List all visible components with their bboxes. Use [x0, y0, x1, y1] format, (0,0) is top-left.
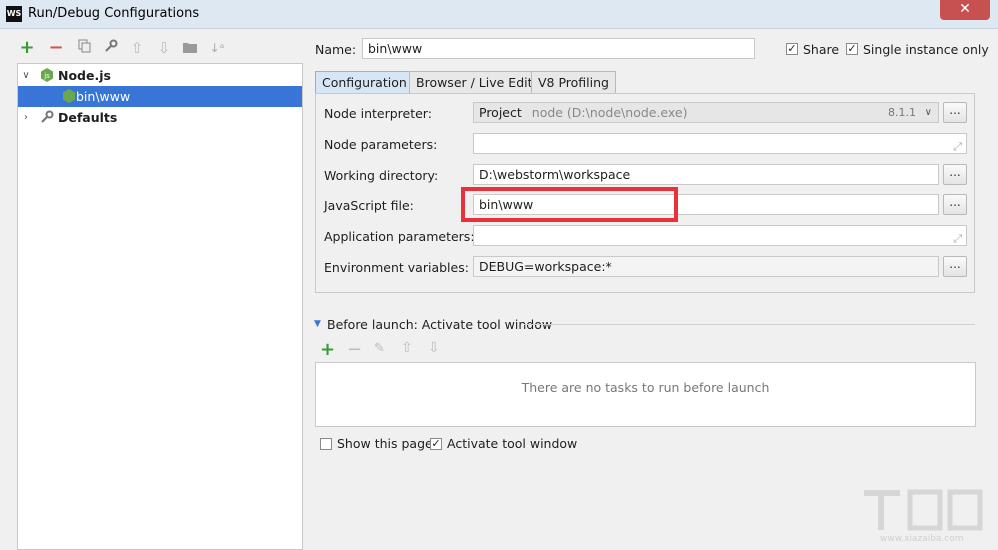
watermark-url: www.xiazaiba.com [880, 534, 964, 544]
chevron-right-icon[interactable]: › [20, 107, 32, 128]
add-task-icon[interactable]: + [320, 339, 335, 360]
before-launch-task-list[interactable]: There are no tasks to run before launch [315, 362, 976, 427]
move-down-icon[interactable]: ⇩ [155, 38, 173, 58]
nodejs-icon: js [41, 68, 53, 82]
working-directory-browse-button[interactable]: ... [943, 164, 967, 185]
node-version: 8.1.1 [888, 106, 916, 119]
tab-v8-profiling[interactable]: V8 Profiling [531, 71, 616, 93]
expand-icon[interactable]: ⤢ [953, 229, 962, 245]
single-instance-label: Single instance only [863, 42, 989, 57]
node-interpreter-value: Project [479, 105, 522, 120]
working-directory-input[interactable]: D:\webstorm\workspace [473, 164, 939, 185]
move-task-down-icon[interactable]: ⇩ [428, 340, 440, 356]
svg-text:js: js [43, 72, 50, 80]
share-label: Share [803, 42, 840, 57]
remove-icon[interactable]: − [47, 38, 65, 58]
single-instance-checkbox[interactable]: ✓ [846, 43, 858, 55]
tree-item-nodejs[interactable]: ∨ js Node.js [18, 65, 302, 86]
environment-variables-label: Environment variables: [324, 260, 469, 275]
divider [524, 324, 975, 325]
webstorm-app-icon: WS [6, 6, 22, 22]
working-directory-label: Working directory: [324, 168, 439, 183]
javascript-file-browse-button[interactable]: ... [943, 194, 967, 215]
chevron-down-icon: ∨ [924, 107, 932, 118]
node-parameters-input[interactable]: ⤢ [473, 133, 967, 154]
chevron-down-icon[interactable]: ∨ [20, 65, 32, 86]
tree-item-label: bin\www [76, 89, 131, 104]
folder-icon[interactable] [181, 38, 199, 58]
environment-variables-browse-button[interactable]: ... [943, 256, 967, 277]
before-launch-header[interactable]: Before launch: Activate tool window [327, 317, 552, 332]
tree-item-label: Defaults [58, 110, 118, 125]
sort-icon[interactable]: ↓ᵃ [208, 38, 226, 58]
node-interpreter-select[interactable]: Project node (D:\node\node.exe) 8.1.1 ∨ [473, 102, 939, 123]
nodejs-run-config-icon [63, 89, 75, 103]
move-up-icon[interactable]: ⇧ [128, 38, 146, 58]
tree-item-defaults[interactable]: › Defaults [18, 107, 302, 128]
collapse-triangle-icon[interactable]: ▼ [314, 319, 321, 329]
highlight-annotation [461, 187, 678, 222]
tree-item-bin-www[interactable]: bin\www [18, 86, 302, 107]
config-toolbar: + − ⇧ ⇩ ↓ᵃ [18, 38, 268, 60]
activate-tool-window-label: Activate tool window [447, 436, 578, 451]
name-label: Name: [315, 42, 357, 57]
copy-icon[interactable] [76, 38, 94, 58]
node-interpreter-path: node (D:\node\node.exe) [531, 105, 688, 120]
title-bar: WS Run/Debug Configurations ✕ [0, 0, 998, 29]
close-button[interactable]: ✕ [940, 0, 990, 20]
application-parameters-input[interactable]: ⤢ [473, 225, 967, 246]
tree-item-label: Node.js [58, 68, 111, 83]
environment-variables-input[interactable]: DEBUG=workspace:* [473, 256, 939, 277]
show-page-label: Show this page [337, 436, 433, 451]
wrench-icon [41, 110, 54, 123]
node-parameters-label: Node parameters: [324, 137, 438, 152]
node-interpreter-label: Node interpreter: [324, 106, 432, 121]
tab-configuration[interactable]: Configuration [315, 71, 414, 93]
add-icon[interactable]: + [18, 38, 36, 58]
edit-task-icon[interactable]: ✎ [374, 341, 385, 356]
share-checkbox[interactable]: ✓ [786, 43, 798, 55]
application-parameters-label: Application parameters: [324, 229, 475, 244]
node-interpreter-browse-button[interactable]: ... [943, 102, 967, 123]
move-task-up-icon[interactable]: ⇧ [401, 340, 413, 356]
empty-tasks-text: There are no tasks to run before launch [521, 380, 770, 395]
activate-tool-window-checkbox[interactable]: ✓ [430, 438, 442, 450]
expand-icon[interactable]: ⤢ [953, 137, 962, 153]
remove-task-icon[interactable]: − [347, 339, 362, 360]
tab-browser-live-edit[interactable]: Browser / Live Edit [409, 71, 540, 93]
show-page-checkbox[interactable] [320, 438, 332, 450]
name-input[interactable]: bin\www [362, 38, 755, 59]
javascript-file-label: JavaScript file: [324, 198, 414, 213]
settings-icon[interactable] [102, 38, 120, 58]
config-tree: ∨ js Node.js bin\www › Defaults [17, 63, 303, 550]
window-title: Run/Debug Configurations [28, 6, 200, 21]
